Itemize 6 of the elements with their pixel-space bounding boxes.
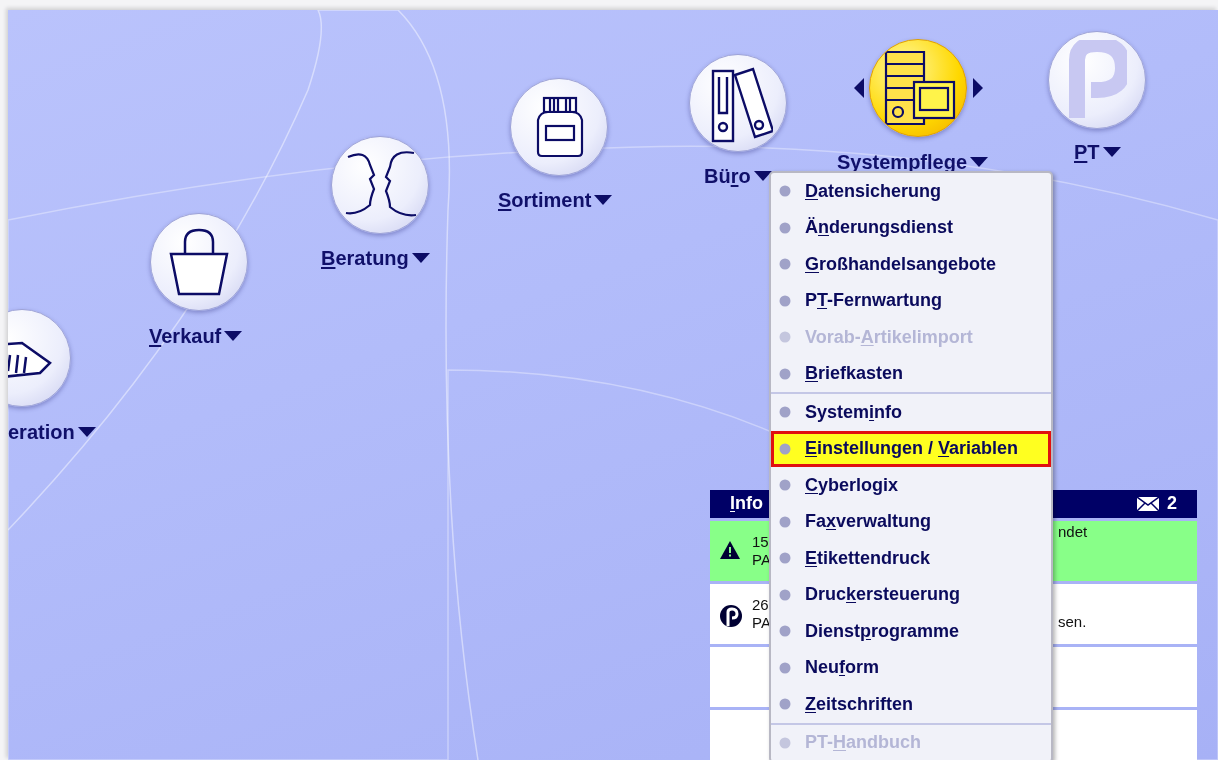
message-count: 2 — [1167, 492, 1177, 516]
message-text: sen. — [1058, 612, 1087, 631]
message-text: ndet — [1058, 522, 1088, 541]
info-title: Info — [730, 492, 763, 516]
message-text: 26 — [752, 595, 769, 614]
message-text: 15 — [752, 532, 769, 551]
